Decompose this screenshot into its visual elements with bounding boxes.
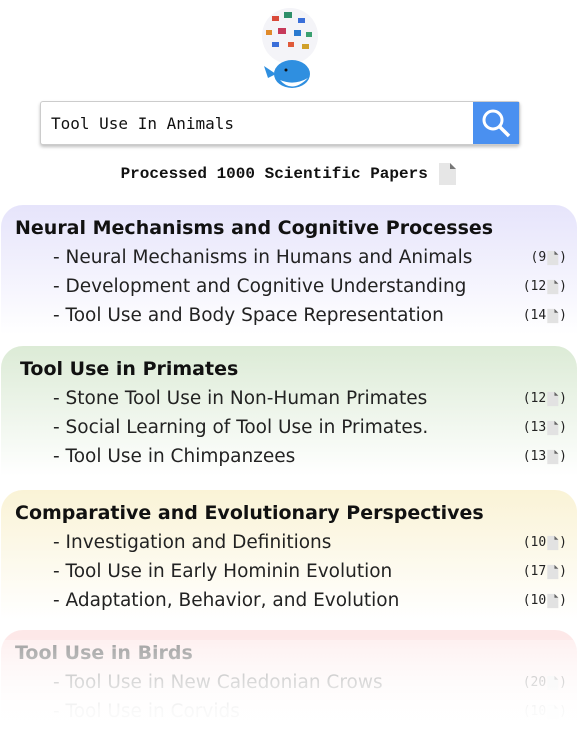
whale-logo [262, 8, 318, 88]
subtopic-label: - Tool Use and Body Space Representation [53, 305, 444, 326]
paper-count[interactable]: (20) [523, 675, 567, 691]
document-icon [547, 593, 559, 608]
subtopic-item[interactable]: - Tool Use in Corvids (10) [15, 697, 577, 726]
subtopic-item[interactable]: - Tool Use and Body Space Representation… [15, 301, 577, 330]
count-value: 9 [538, 250, 547, 265]
document-icon [547, 449, 559, 464]
subtopic-item[interactable]: - Social Learning of Tool Use in Primate… [15, 413, 577, 442]
processed-label: Processed 1000 Scientific Papers [120, 165, 428, 184]
subtopic-label: - Investigation and Definitions [53, 532, 332, 553]
search-icon [482, 109, 511, 138]
subtopic-label: - Tool Use in Early Hominin Evolution [53, 561, 393, 582]
paper-count[interactable]: (10) [523, 593, 567, 609]
subtopic-label: - Neural Mechanisms in Humans and Animal… [53, 247, 473, 268]
paper-count[interactable]: (13) [523, 420, 567, 436]
paper-count[interactable]: (12) [523, 279, 567, 295]
subtopic-item[interactable]: - Neural Mechanisms in Humans and Animal… [15, 243, 577, 272]
search-input[interactable] [41, 102, 473, 144]
subtopic-item[interactable]: - Investigation and Definitions (10) [15, 528, 577, 557]
section-title[interactable]: Comparative and Evolutionary Perspective… [15, 502, 577, 524]
count-value: 12 [530, 279, 547, 294]
count-value: 13 [530, 449, 547, 464]
topic-section: Tool Use in Primates - Stone Tool Use in … [1, 346, 577, 476]
subtopic-item[interactable]: - Stone Tool Use in Non-Human Primates (1… [15, 384, 577, 413]
section-title[interactable]: Neural Mechanisms and Cognitive Processe… [15, 217, 577, 239]
topic-section: Tool Use in Birds - Tool Use in New Caled… [1, 630, 577, 756]
subtopic-label: - Development and Cognitive Understandin… [53, 276, 467, 297]
processed-status: Processed 1000 Scientific Papers [0, 162, 578, 186]
count-value: 12 [530, 391, 547, 406]
subtopic-label: - Tool Use in Corvids [53, 701, 240, 722]
count-value: 10 [530, 535, 547, 550]
section-title[interactable]: Tool Use in Birds [15, 642, 577, 664]
count-value: 14 [530, 308, 547, 323]
subtopic-item[interactable]: - Tool Use in New Caledonian Crows (20) [15, 668, 577, 697]
subtopic-item[interactable]: - Tool Use in Early Hominin Evolution (17… [15, 557, 577, 586]
topic-section: Neural Mechanisms and Cognitive Processe… [1, 205, 577, 335]
document-icon [547, 535, 559, 550]
count-value: 10 [530, 593, 547, 608]
subtopic-label: - Tool Use in New Caledonian Crows [53, 672, 383, 693]
subtopic-label: - Tool Use in Chimpanzees [53, 446, 296, 467]
search-button[interactable] [473, 102, 519, 144]
topic-section: Comparative and Evolutionary Perspective… [1, 490, 577, 620]
document-icon [547, 564, 559, 579]
count-value: 13 [530, 420, 547, 435]
subtopic-label: - Stone Tool Use in Non-Human Primates [53, 388, 428, 409]
count-value: 20 [530, 675, 547, 690]
subtopic-item[interactable]: - Adaptation, Behavior, and Evolution (10… [15, 586, 577, 615]
subtopic-item[interactable]: - Development and Cognitive Understandin… [15, 272, 577, 301]
search-bar [40, 101, 520, 145]
paper-count[interactable]: (17) [523, 564, 567, 580]
document-icon [547, 279, 559, 294]
document-icon [547, 250, 559, 265]
paper-count[interactable]: (9) [531, 250, 567, 266]
paper-count[interactable]: (12) [523, 391, 567, 407]
document-icon [547, 391, 559, 406]
document-icon [439, 163, 457, 185]
subtopic-item[interactable]: - Tool Use in Chimpanzees (13) [15, 442, 577, 471]
paper-count[interactable]: (10) [523, 535, 567, 551]
subtopic-label: - Adaptation, Behavior, and Evolution [53, 590, 400, 611]
count-value: 17 [530, 564, 547, 579]
paper-count[interactable]: (13) [523, 449, 567, 465]
document-icon [547, 308, 559, 323]
document-icon [547, 675, 559, 690]
paper-count[interactable]: (14) [523, 308, 567, 324]
paper-count[interactable]: (10) [523, 704, 567, 720]
section-title[interactable]: Tool Use in Primates [15, 358, 577, 380]
document-icon [547, 704, 559, 719]
subtopic-label: - Social Learning of Tool Use in Primate… [53, 417, 429, 438]
count-value: 10 [530, 704, 547, 719]
document-icon [547, 420, 559, 435]
